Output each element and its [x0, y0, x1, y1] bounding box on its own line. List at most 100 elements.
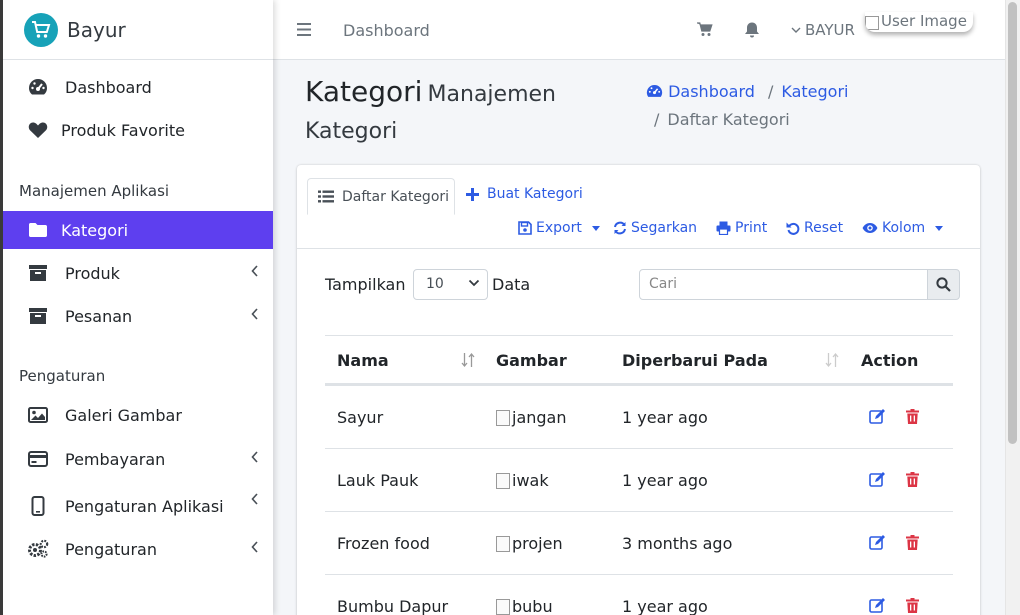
edit-icon[interactable]: [869, 535, 886, 550]
sidebar-item-pembayaran[interactable]: Pembayaran: [3, 440, 273, 478]
sidebar-item-label: Galeri Gambar: [65, 405, 182, 425]
heart-icon: [27, 119, 49, 141]
cell-nama: Bumbu Dapur: [337, 597, 449, 615]
sidebar-item-kategori[interactable]: Kategori: [3, 211, 273, 249]
chevron-left-icon: [251, 541, 258, 553]
table-row: Sayur jangan 1 year ago: [325, 386, 953, 449]
column-header-diperbarui[interactable]: Diperbarui Pada: [622, 351, 768, 370]
undo-icon: [786, 222, 800, 235]
sidebar-item-label: Pembayaran: [65, 449, 166, 469]
user-dropdown[interactable]: BAYUR: [791, 21, 855, 39]
topbar-dashboard-link[interactable]: Dashboard: [343, 21, 430, 40]
page-title-main: Kategori: [305, 75, 423, 108]
sidebar-item-produk[interactable]: Produk: [3, 254, 273, 292]
sidebar-item-pesanan[interactable]: Pesanan: [3, 297, 273, 335]
sidebar-item-label: Pengaturan Aplikasi: [65, 496, 224, 516]
user-avatar[interactable]: User Image: [865, 12, 973, 32]
hamburger-menu-icon[interactable]: [297, 23, 311, 36]
cell-nama: Frozen food: [337, 534, 430, 553]
page-size-suffix: Data: [492, 275, 531, 294]
trash-icon[interactable]: [906, 472, 919, 487]
cell-diperbarui: 3 months ago: [622, 534, 733, 553]
sidebar-section-header: Pengaturan: [19, 367, 106, 385]
broken-image-icon: [496, 409, 510, 426]
column-header-nama[interactable]: Nama: [337, 351, 389, 370]
breadcrumb-home[interactable]: Dashboard: [646, 82, 760, 101]
sidebar: Bayur Dashboard Produk Favorite Manajeme…: [3, 0, 273, 615]
edit-icon[interactable]: [869, 409, 886, 424]
sidebar-item-label: Pesanan: [65, 306, 133, 326]
page-size-label: Tampilkan: [325, 275, 406, 294]
print-icon: [716, 221, 731, 235]
sort-icon[interactable]: [824, 352, 840, 368]
search-button[interactable]: [927, 269, 960, 300]
page-size-select[interactable]: 10: [413, 269, 488, 300]
sidebar-item-label: Pengaturan: [65, 539, 157, 559]
tab-buat-kategori[interactable]: Buat Kategori: [466, 186, 583, 202]
cell-gambar: jangan: [496, 408, 567, 427]
card-header: Daftar Kategori Buat Kategori Export Seg…: [297, 165, 980, 249]
column-header-action: Action: [861, 351, 919, 370]
refresh-button[interactable]: Segarkan: [613, 220, 697, 236]
trash-icon[interactable]: [906, 598, 919, 613]
breadcrumb-kategori[interactable]: Kategori: [781, 82, 848, 101]
image-icon: [27, 404, 49, 426]
broken-image-icon: [496, 598, 510, 615]
brand[interactable]: Bayur: [3, 0, 273, 60]
chevron-left-icon: [251, 493, 258, 505]
bell-icon[interactable]: [744, 21, 760, 38]
cogs-icon: [27, 538, 49, 560]
cell-gambar: bubu: [496, 597, 553, 615]
trash-icon[interactable]: [906, 409, 919, 424]
table-header: Nama Gambar Diperbarui Pada Action: [325, 335, 953, 386]
scrollbar-thumb[interactable]: [1008, 2, 1017, 444]
print-button[interactable]: Print: [716, 220, 767, 236]
cell-diperbarui: 1 year ago: [622, 471, 708, 490]
cart-icon: [32, 20, 51, 38]
tab-daftar-kategori[interactable]: Daftar Kategori: [307, 178, 455, 215]
sidebar-item-pengaturan-aplikasi[interactable]: Pengaturan Aplikasi: [3, 487, 273, 525]
sidebar-item-produk-favorite[interactable]: Produk Favorite: [3, 111, 273, 149]
tachometer-icon: [646, 84, 663, 97]
cart-icon[interactable]: [697, 22, 713, 37]
cell-gambar: projen: [496, 534, 563, 553]
save-icon: [518, 221, 532, 235]
broken-image-icon: [496, 472, 510, 489]
brand-name: Bayur: [67, 17, 126, 42]
edit-icon[interactable]: [869, 598, 886, 613]
sidebar-section-header: Manajemen Aplikasi: [19, 182, 170, 200]
breadcrumb-current: Daftar Kategori: [667, 110, 790, 129]
cell-nama: Sayur: [337, 408, 384, 427]
chevron-left-icon: [251, 265, 258, 277]
chevron-left-icon: [251, 308, 258, 320]
cell-diperbarui: 1 year ago: [622, 408, 708, 427]
page-title: Kategori Manajemen Kategori: [305, 74, 605, 151]
sort-icon[interactable]: [460, 352, 476, 368]
user-name: BAYUR: [805, 21, 855, 39]
refresh-icon: [614, 221, 626, 235]
archive-icon: [27, 262, 49, 284]
columns-button[interactable]: Kolom: [862, 220, 944, 236]
eye-icon: [862, 223, 878, 233]
sidebar-item-label: Kategori: [61, 220, 129, 240]
broken-image-icon: [865, 16, 879, 30]
broken-image-icon: [496, 535, 510, 552]
sidebar-item-galeri-gambar[interactable]: Galeri Gambar: [3, 396, 273, 434]
sidebar-item-label: Produk Favorite: [61, 120, 185, 140]
plus-icon: [466, 187, 479, 201]
window-edge: [0, 0, 3, 615]
chevron-left-icon: [251, 451, 258, 463]
column-header-gambar: Gambar: [496, 351, 567, 370]
trash-icon[interactable]: [906, 535, 919, 550]
sidebar-item-label: Produk: [65, 263, 120, 283]
mobile-icon: [27, 495, 49, 517]
search-input[interactable]: Cari: [639, 269, 928, 300]
category-card: Daftar Kategori Buat Kategori Export Seg…: [297, 165, 980, 615]
reset-button[interactable]: Reset: [786, 220, 843, 236]
sidebar-item-pengaturan[interactable]: Pengaturan: [3, 530, 273, 568]
credit-card-icon: [27, 448, 49, 470]
sidebar-item-dashboard[interactable]: Dashboard: [3, 68, 273, 106]
export-button[interactable]: Export: [518, 220, 600, 236]
edit-icon[interactable]: [869, 472, 886, 487]
list-icon: [318, 190, 334, 203]
